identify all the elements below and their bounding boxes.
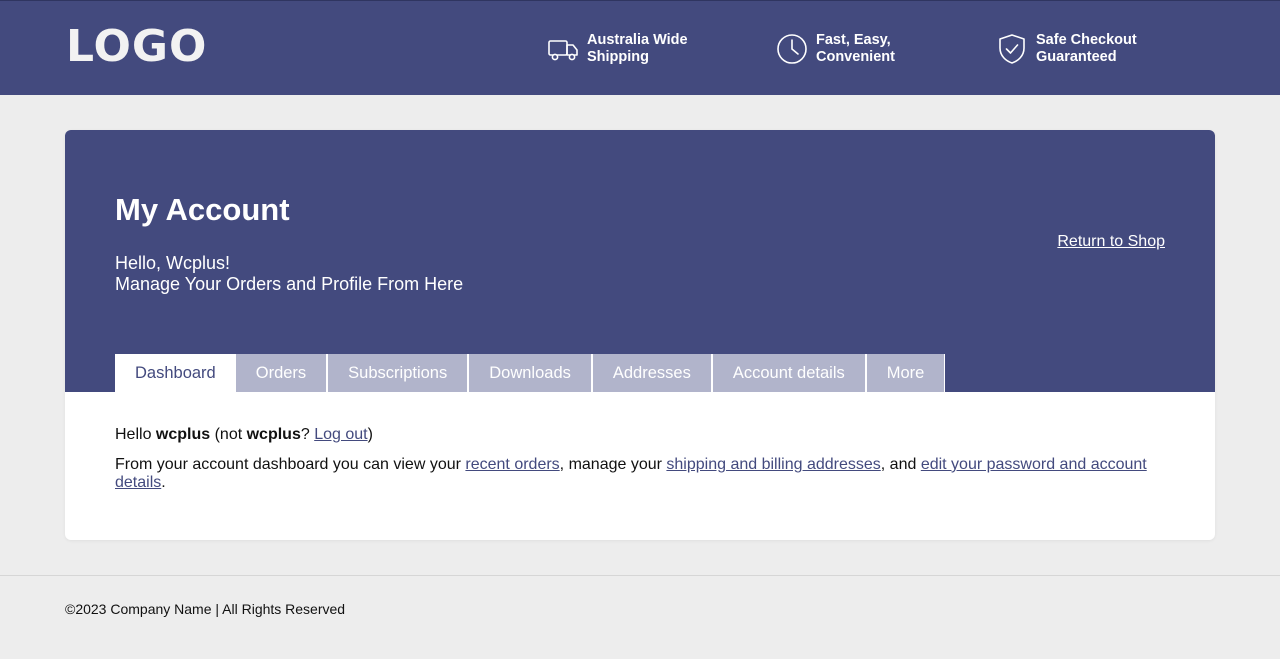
feature-text: Safe Checkout Guaranteed	[1036, 32, 1137, 65]
truck-icon	[547, 33, 579, 65]
feature-safe-checkout: Safe Checkout Guaranteed	[996, 31, 1137, 67]
footer-divider	[0, 575, 1280, 576]
tab-addresses[interactable]: Addresses	[592, 354, 713, 392]
hello-text: Hello	[115, 426, 156, 443]
account-header: My Account Hello, Wcplus! Manage Your Or…	[65, 130, 1215, 392]
feature-speed: Fast, Easy, Convenient	[776, 31, 895, 67]
username: wcplus	[155, 426, 211, 443]
copyright: ©2023 Company Name | All Rights Reserved	[65, 601, 346, 617]
intro-text: From your account dashboard you can view…	[115, 456, 466, 473]
feature-text: Australia Wide Shipping	[587, 32, 688, 65]
tab-dashboard[interactable]: Dashboard	[115, 354, 236, 392]
tab-downloads[interactable]: Downloads	[469, 354, 593, 392]
dashboard-content: Hello wcplus (not wcplus? Log out) From …	[115, 426, 1165, 504]
subgreeting: Manage Your Orders and Profile From Here	[115, 274, 464, 294]
intro-text-end: .	[161, 474, 166, 491]
not-username: wcplus	[246, 426, 301, 443]
page-title: My Account	[115, 192, 290, 227]
not-text: (not	[210, 426, 247, 443]
question-text: ?	[300, 426, 315, 443]
logout-link[interactable]: Log out	[314, 426, 367, 443]
intro-text-mid: , manage your	[559, 456, 667, 473]
return-to-shop-link[interactable]: Return to Shop	[1057, 232, 1165, 252]
close-paren: )	[367, 426, 373, 443]
addresses-link[interactable]: shipping and billing addresses	[666, 456, 880, 473]
greeting: Hello, Wcplus!	[115, 253, 231, 273]
hello-line: Hello wcplus (not wcplus? Log out)	[115, 426, 1165, 444]
tab-subscriptions[interactable]: Subscriptions	[328, 354, 470, 392]
logo[interactable]: LOGO	[66, 25, 207, 69]
clock-icon	[776, 33, 808, 65]
tab-more[interactable]: More	[866, 354, 946, 392]
tab-account-details[interactable]: Account details	[712, 354, 867, 392]
intro-text-mid-2: , and	[880, 456, 921, 473]
recent-orders-link[interactable]: recent orders	[465, 456, 559, 473]
intro-paragraph: From your account dashboard you can view…	[115, 456, 1165, 492]
shield-check-icon	[996, 33, 1028, 65]
tab-orders[interactable]: Orders	[235, 354, 329, 392]
feature-text: Fast, Easy, Convenient	[816, 32, 895, 65]
account-card: My Account Hello, Wcplus! Manage Your Or…	[65, 130, 1215, 540]
account-tabs: Dashboard Orders Subscriptions Downloads…	[115, 354, 946, 392]
top-header: LOGO Australia Wide Shipping Fast, Easy,…	[0, 0, 1280, 95]
feature-shipping: Australia Wide Shipping	[547, 31, 688, 67]
